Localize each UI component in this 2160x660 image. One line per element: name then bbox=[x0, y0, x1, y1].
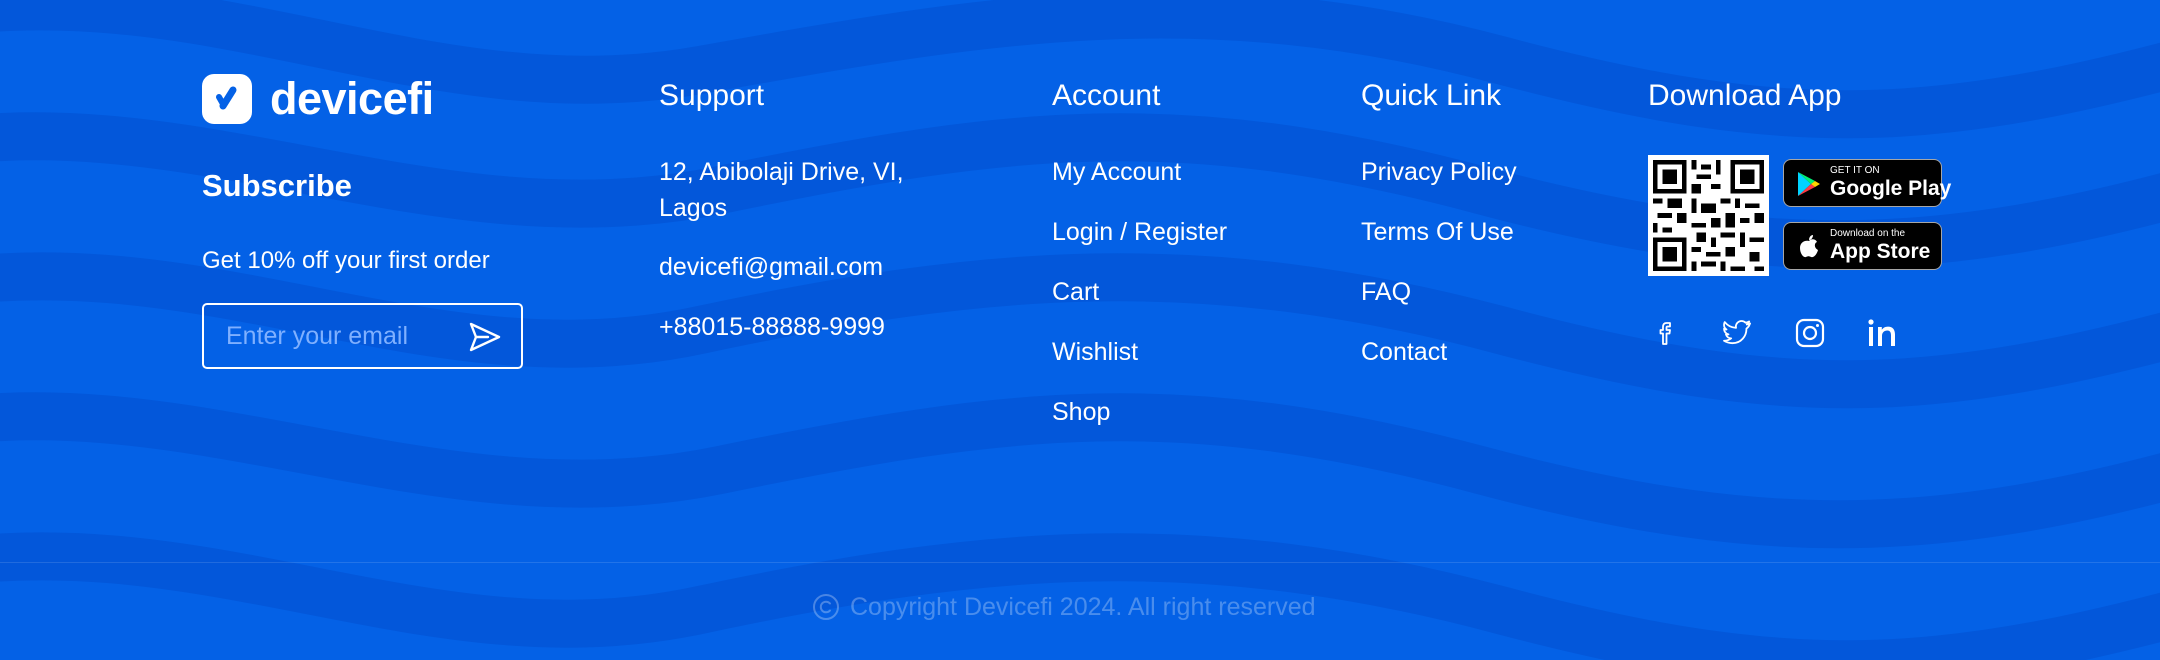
logo-mark-icon bbox=[202, 74, 252, 124]
linkedin-link[interactable] bbox=[1862, 313, 1902, 353]
footer-divider bbox=[0, 562, 2160, 563]
facebook-link[interactable] bbox=[1646, 313, 1686, 353]
qr-code-icon bbox=[1648, 155, 1769, 276]
account-link-cart[interactable]: Cart bbox=[1052, 275, 1099, 309]
quick-link-heading: Quick Link bbox=[1361, 79, 1502, 112]
support-address-line1: 12, Abibolaji Drive, VI, bbox=[659, 158, 904, 186]
app-store-badge[interactable]: Download on the App Store bbox=[1783, 222, 1942, 270]
support-phone[interactable]: +88015-88888-9999 bbox=[659, 309, 885, 345]
linkedin-icon bbox=[1868, 319, 1895, 346]
app-store-big-text: App Store bbox=[1830, 240, 1931, 263]
twitter-icon bbox=[1723, 320, 1752, 345]
subscribe-title: Subscribe bbox=[202, 168, 352, 203]
account-link-wishlist[interactable]: Wishlist bbox=[1052, 335, 1138, 369]
google-play-icon bbox=[1798, 172, 1820, 196]
copyright-text: Copyright Devicefi 2024. All right reser… bbox=[850, 592, 1316, 621]
copyright: Copyright Devicefi 2024. All right reser… bbox=[812, 590, 1316, 624]
subscribe-text: Get 10% off your first order bbox=[202, 247, 490, 274]
brand-column: devicefi Subscribe Get 10% off your firs… bbox=[202, 74, 602, 369]
quick-link-faq[interactable]: FAQ bbox=[1361, 275, 1411, 309]
account-link-my-account[interactable]: My Account bbox=[1052, 155, 1181, 189]
email-subscribe-form bbox=[202, 303, 523, 369]
email-input[interactable] bbox=[226, 317, 446, 355]
facebook-icon bbox=[1659, 322, 1671, 345]
quick-link-terms-of-use[interactable]: Terms Of Use bbox=[1361, 215, 1514, 249]
google-play-badge[interactable]: GET IT ON Google Play bbox=[1783, 159, 1951, 207]
google-play-big-text: Google Play bbox=[1830, 177, 1952, 200]
instagram-link[interactable] bbox=[1790, 313, 1830, 353]
twitter-link[interactable] bbox=[1718, 313, 1758, 353]
apple-icon bbox=[1800, 235, 1818, 258]
logo-text: devicefi bbox=[270, 73, 434, 124]
account-link-shop[interactable]: Shop bbox=[1052, 395, 1110, 429]
send-icon bbox=[469, 322, 501, 352]
account-heading: Account bbox=[1052, 79, 1161, 112]
send-button[interactable] bbox=[468, 321, 502, 353]
copyright-icon bbox=[813, 594, 839, 620]
site-footer: devicefi Subscribe Get 10% off your firs… bbox=[0, 0, 2160, 660]
google-play-small-text: GET IT ON bbox=[1830, 165, 1880, 176]
logo[interactable]: devicefi bbox=[202, 74, 602, 124]
account-link-login-register[interactable]: Login / Register bbox=[1052, 215, 1227, 249]
support-email[interactable]: devicefi@gmail.com bbox=[659, 249, 883, 285]
download-app-heading: Download App bbox=[1648, 79, 1842, 112]
support-heading: Support bbox=[659, 79, 765, 112]
support-address-line2: Lagos bbox=[659, 194, 728, 222]
app-store-small-text: Download on the bbox=[1830, 228, 1906, 239]
quick-link-contact[interactable]: Contact bbox=[1361, 335, 1447, 369]
instagram-icon bbox=[1795, 318, 1825, 348]
quick-link-privacy-policy[interactable]: Privacy Policy bbox=[1361, 155, 1517, 189]
